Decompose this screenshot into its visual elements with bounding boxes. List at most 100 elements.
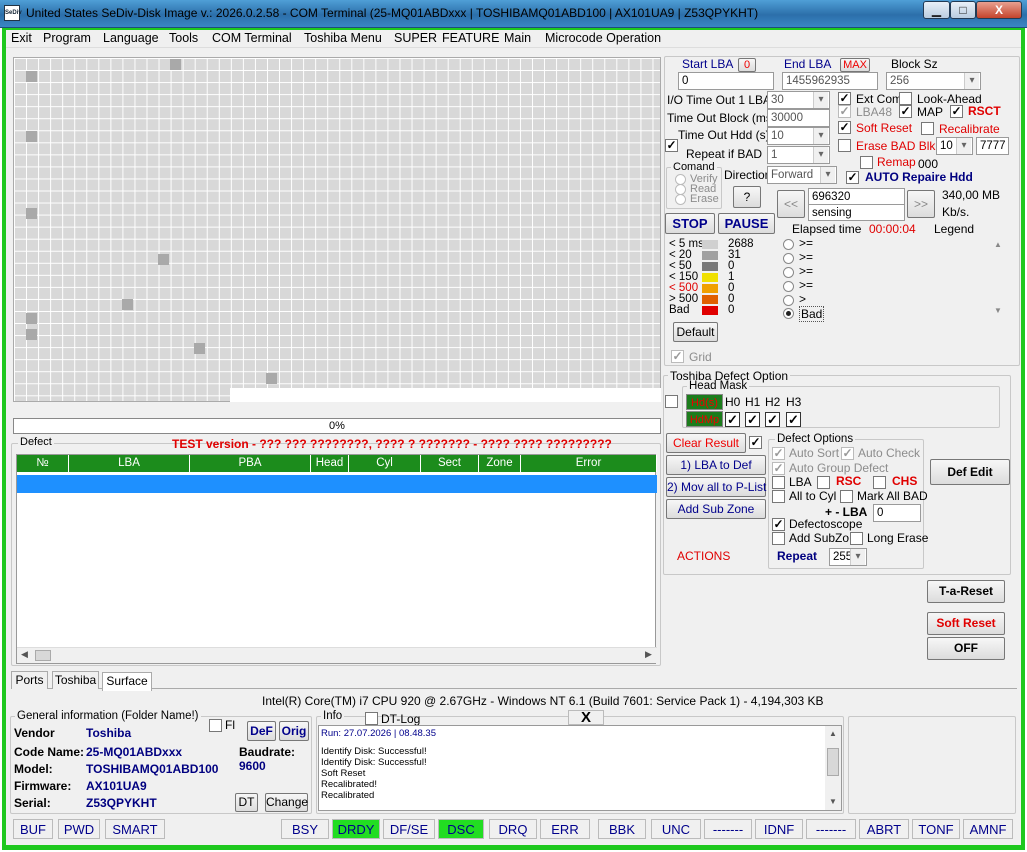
- minimize-button[interactable]: ▁: [923, 1, 950, 19]
- head-h2-checkbox[interactable]: ✓: [765, 412, 780, 427]
- legend-radio-1[interactable]: [783, 239, 794, 250]
- position-input[interactable]: 696320: [808, 188, 905, 205]
- legend-radio-bad[interactable]: [783, 308, 794, 319]
- repeat-bad-select[interactable]: 1: [767, 146, 830, 164]
- repeat-select[interactable]: 255: [829, 548, 867, 566]
- plus-minus-lba-input[interactable]: 0: [873, 504, 921, 522]
- add-sub-zone-button[interactable]: Add Sub Zone: [666, 499, 766, 519]
- tab-toshiba[interactable]: Toshiba: [52, 671, 99, 689]
- def-button[interactable]: DeF: [247, 721, 276, 741]
- col-no[interactable]: №: [17, 455, 69, 472]
- menu-exit[interactable]: Exit: [11, 31, 32, 45]
- maximize-button[interactable]: □: [950, 1, 976, 19]
- rsct-checkbox[interactable]: ✓: [950, 105, 963, 118]
- auto-sort-checkbox[interactable]: ✓: [772, 447, 785, 460]
- col-cyl[interactable]: Cyl: [349, 455, 421, 472]
- col-zone[interactable]: Zone: [479, 455, 521, 472]
- lba48-checkbox[interactable]: ✓: [838, 105, 851, 118]
- block-timeout-input[interactable]: 30000: [767, 109, 830, 127]
- ta-reset-button[interactable]: T-a-Reset: [927, 580, 1005, 603]
- hdd-timeout-select[interactable]: 10: [767, 127, 830, 145]
- col-lba[interactable]: LBA: [69, 455, 190, 472]
- col-head[interactable]: Head: [311, 455, 349, 472]
- off-button[interactable]: OFF: [927, 637, 1005, 660]
- mov-all-plist-button[interactable]: 2) Mov all to P-List: [666, 477, 766, 497]
- long-erase-checkbox[interactable]: [850, 532, 863, 545]
- tab-ports[interactable]: Ports: [11, 671, 48, 689]
- tab-surface[interactable]: Surface: [102, 672, 152, 691]
- col-sect[interactable]: Sect: [421, 455, 479, 472]
- horizontal-scrollbar[interactable]: ◀ ▶: [17, 647, 657, 663]
- dt-button[interactable]: DT: [235, 793, 258, 812]
- lba-to-def-button[interactable]: 1) LBA to Def: [666, 455, 766, 475]
- auto-group-checkbox[interactable]: ✓: [772, 462, 785, 475]
- legend-radio-2[interactable]: [783, 253, 794, 264]
- scroll-thumb[interactable]: [35, 650, 51, 661]
- grid-checkbox[interactable]: ✓: [671, 350, 684, 363]
- soft-reset-button[interactable]: Soft Reset: [927, 612, 1005, 635]
- chs-checkbox[interactable]: [873, 476, 886, 489]
- menu-microcode[interactable]: Microcode Operation: [545, 31, 661, 45]
- dt-log-checkbox[interactable]: [365, 712, 378, 725]
- head-h0-checkbox[interactable]: ✓: [725, 412, 740, 427]
- clear-result-button[interactable]: Clear Result: [666, 433, 746, 453]
- def-edit-button[interactable]: Def Edit: [930, 459, 1010, 485]
- auto-check-checkbox[interactable]: ✓: [841, 447, 854, 460]
- auto-repair-checkbox[interactable]: ✓: [846, 171, 859, 184]
- menu-feature[interactable]: FEATURE: [442, 31, 499, 45]
- recalibrate-checkbox[interactable]: [921, 122, 934, 135]
- legend-radio-3[interactable]: [783, 267, 794, 278]
- erase-radio[interactable]: [675, 194, 686, 205]
- col-pba[interactable]: PBA: [190, 455, 311, 472]
- scroll-right-icon[interactable]: ▶: [645, 649, 652, 660]
- log-scrollbar[interactable]: ▲ ▼: [825, 726, 841, 810]
- io-timeout-select[interactable]: 30: [767, 91, 830, 109]
- defectoscope-checkbox[interactable]: ✓: [772, 518, 785, 531]
- remap-checkbox[interactable]: [860, 156, 873, 169]
- lba-checkbox[interactable]: [772, 476, 785, 489]
- mark-all-bad-checkbox[interactable]: [840, 490, 853, 503]
- head-h1-checkbox[interactable]: ✓: [745, 412, 760, 427]
- clear-result-checkbox[interactable]: ✓: [749, 436, 762, 449]
- table-row-selected[interactable]: [17, 475, 657, 493]
- start-lba-input[interactable]: 0: [678, 72, 774, 90]
- hdd-timeout-checkbox[interactable]: ✓: [665, 139, 678, 152]
- stop-button[interactable]: STOP: [665, 213, 715, 234]
- legend-radio-4[interactable]: [783, 281, 794, 292]
- map-checkbox[interactable]: ✓: [899, 105, 912, 118]
- head-h3-checkbox[interactable]: ✓: [786, 412, 801, 427]
- defect-table[interactable]: № LBA PBA Head Cyl Sect Zone Error ◀ ▶: [16, 454, 657, 664]
- next-button[interactable]: >>: [907, 190, 935, 218]
- prev-button[interactable]: <<: [777, 190, 805, 218]
- scroll-left-icon[interactable]: ◀: [21, 649, 28, 660]
- end-lba-max-button[interactable]: MAX: [840, 58, 870, 72]
- start-lba-zero-button[interactable]: 0: [738, 58, 756, 72]
- orig-button[interactable]: Orig: [279, 721, 309, 741]
- default-button[interactable]: Default: [673, 322, 718, 342]
- legend-radio-5[interactable]: [783, 295, 794, 306]
- end-lba-input[interactable]: 1455962935: [782, 72, 878, 90]
- direction-select[interactable]: Forward: [767, 166, 837, 184]
- rsc-checkbox[interactable]: [817, 476, 830, 489]
- close-button[interactable]: X: [976, 1, 1022, 19]
- menu-language[interactable]: Language: [103, 31, 159, 45]
- menu-super[interactable]: SUPER: [394, 31, 437, 45]
- erase-bad-checkbox[interactable]: [838, 139, 851, 152]
- all-to-cyl-checkbox[interactable]: [772, 490, 785, 503]
- pause-button[interactable]: PAUSE: [718, 213, 775, 234]
- menu-program[interactable]: Program: [43, 31, 91, 45]
- info-close-icon[interactable]: X: [568, 710, 604, 725]
- erase-pattern-input[interactable]: 7777: [976, 137, 1009, 155]
- status-input[interactable]: sensing: [808, 204, 905, 221]
- log-scroll-up-icon[interactable]: ▲: [829, 728, 837, 739]
- menu-com-terminal[interactable]: COM Terminal: [212, 31, 292, 45]
- head-mask-checkbox[interactable]: [665, 395, 678, 408]
- help-button[interactable]: ?: [733, 186, 761, 208]
- add-subzo-checkbox[interactable]: [772, 532, 785, 545]
- info-log[interactable]: Run: 27.07.2026 | 08.48.35 Identify Disk…: [318, 725, 842, 811]
- soft-reset-checkbox[interactable]: ✓: [838, 121, 851, 134]
- menu-tools[interactable]: Tools: [169, 31, 198, 45]
- legend-scroll-down-icon[interactable]: ▼: [994, 306, 1002, 315]
- col-error[interactable]: Error: [521, 455, 657, 472]
- log-scroll-thumb[interactable]: [827, 748, 839, 776]
